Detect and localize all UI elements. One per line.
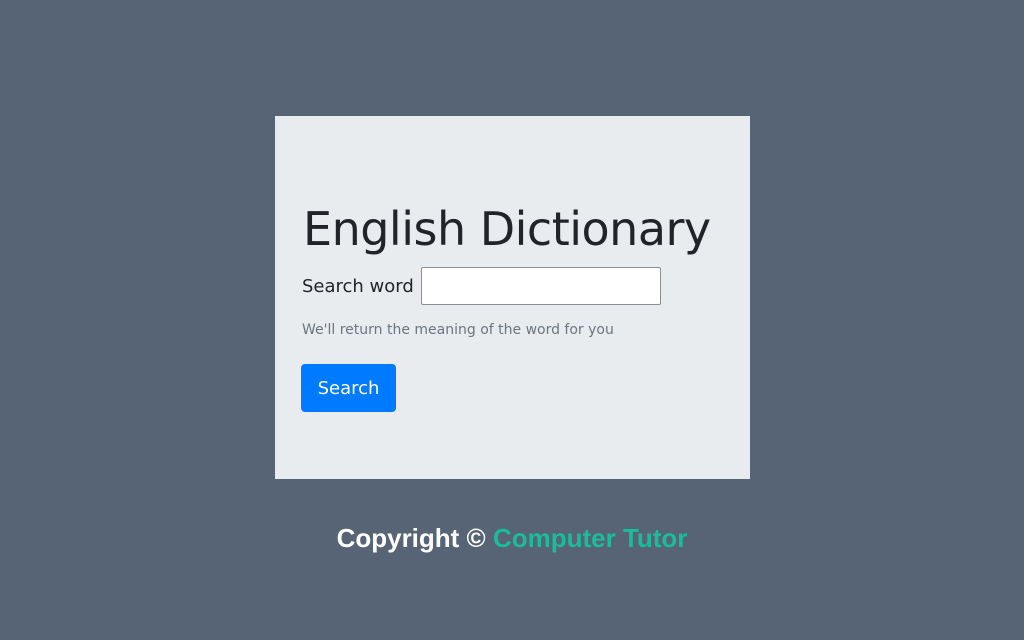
computer-tutor-link[interactable]: Computer Tutor — [493, 523, 688, 553]
search-button[interactable]: Search — [301, 364, 396, 412]
page-title: English Dictionary — [303, 202, 711, 256]
dictionary-card: English Dictionary Search word We'll ret… — [275, 116, 750, 479]
help-text: We'll return the meaning of the word for… — [302, 322, 614, 338]
footer-copyright: Copyright © Computer Tutor — [0, 520, 1024, 556]
copyright-text: Copyright © — [336, 523, 493, 553]
search-row: Search word — [302, 267, 661, 305]
search-word-label: Search word — [302, 275, 414, 297]
search-word-input[interactable] — [420, 267, 661, 305]
